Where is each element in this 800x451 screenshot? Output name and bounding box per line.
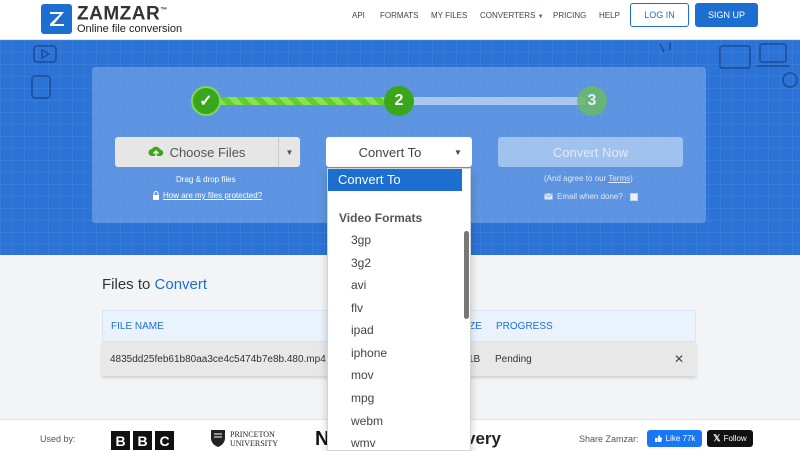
nav-formats[interactable]: FORMATS — [380, 11, 419, 20]
dropdown-option-flv[interactable]: flv — [351, 301, 363, 315]
logo-name: ZAMZAR — [77, 3, 161, 25]
zamzar-logo-icon — [41, 3, 72, 34]
princeton-line2: UNIVERSITY — [230, 438, 278, 448]
dropdown-option-3g2[interactable]: 3g2 — [351, 256, 371, 270]
facebook-like-label: Like 77k — [665, 434, 696, 443]
bbc-letter: B — [133, 431, 152, 450]
dropdown-option-3gp[interactable]: 3gp — [351, 233, 371, 247]
email-when-done-checkbox[interactable] — [629, 192, 638, 201]
email-when-done-label: Email when done? — [557, 192, 623, 201]
nav-converters-label: CONVERTERS — [480, 11, 536, 20]
step-2-circle: 2 — [384, 86, 414, 116]
nav-help[interactable]: HELP — [599, 11, 620, 20]
dropdown-group-video-formats: Video Formats — [339, 211, 423, 225]
bbc-logo: B B C — [111, 431, 174, 450]
doodle-icon — [782, 72, 798, 88]
logo-tagline: Online file conversion — [77, 23, 183, 36]
nav-my-files[interactable]: MY FILES — [431, 11, 467, 20]
files-title-accent: Convert — [154, 276, 208, 293]
convert-now-button[interactable]: Convert Now — [498, 137, 683, 167]
nav-api[interactable]: API — [352, 11, 365, 20]
dropdown-option-ipad[interactable]: ipad — [351, 323, 374, 337]
step-progress-done — [210, 97, 390, 105]
x-logo-icon: 𝕏 — [713, 433, 721, 443]
step-progress-pending — [400, 97, 585, 105]
princeton-logo: PRINCETON UNIVERSITY — [210, 429, 278, 448]
agree-terms-text: (And agree to our Terms) — [544, 174, 633, 183]
bbc-letter: B — [111, 431, 130, 450]
convert-to-dropdown-list[interactable]: Convert To Video Formats 3gp 3g2 avi flv… — [327, 168, 471, 451]
terms-link[interactable]: Terms — [608, 174, 630, 183]
logo-trademark: ™ — [160, 7, 168, 14]
agree-prefix: (And agree to our — [544, 174, 609, 183]
step-1-complete-icon: ✓ — [191, 86, 221, 116]
convert-to-label: Convert To — [358, 144, 422, 160]
cloud-upload-icon — [148, 146, 163, 158]
file-progress-cell: Pending — [495, 354, 532, 365]
dropdown-option-webm[interactable]: webm — [351, 414, 383, 428]
partial-logo-very: very — [466, 429, 501, 448]
chevron-down-icon: ▼ — [454, 147, 462, 157]
files-title-prefix: Files to — [102, 276, 155, 293]
princeton-line1: PRINCETON — [230, 429, 275, 439]
step-3-circle: 3 — [577, 86, 607, 116]
files-protected-link[interactable]: How are my files protected? — [152, 191, 262, 200]
dropdown-option-avi[interactable]: avi — [351, 278, 366, 292]
facebook-like-button[interactable]: Like 77k — [647, 430, 702, 447]
x-follow-button[interactable]: 𝕏 Follow — [707, 430, 753, 447]
col-file-name: FILE NAME — [111, 321, 164, 332]
x-follow-label: Follow — [723, 434, 747, 443]
thumbs-up-icon — [654, 435, 662, 442]
files-protected-text: How are my files protected? — [163, 191, 263, 200]
princeton-shield-icon — [211, 430, 225, 447]
zamzar-logo[interactable]: ZAMZAR™ Online file conversion — [41, 2, 182, 35]
dropdown-option-mov[interactable]: mov — [351, 368, 374, 382]
remove-file-close-icon[interactable]: ✕ — [674, 352, 684, 366]
drag-drop-text: Drag & drop files — [176, 175, 236, 184]
nav-pricing[interactable]: PRICING — [553, 11, 586, 20]
chevron-down-icon: ▼ — [537, 14, 544, 20]
video-doodle-icon — [31, 45, 57, 99]
signup-button[interactable]: SIGN UP — [695, 3, 758, 27]
choose-files-caret-icon[interactable]: ▼ — [278, 137, 300, 167]
email-when-done: Email when done? — [544, 192, 638, 201]
convert-to-select[interactable]: Convert To ▼ — [326, 137, 472, 167]
dropdown-option-wmv[interactable]: wmv — [351, 436, 376, 450]
dropdown-option-mpg[interactable]: mpg — [351, 391, 374, 405]
col-progress: PROGRESS — [496, 321, 553, 332]
share-zamzar-label: Share Zamzar: — [579, 434, 639, 444]
login-button[interactable]: LOG IN — [630, 3, 689, 27]
choose-files-label: Choose Files — [169, 144, 246, 160]
agree-suffix: ) — [630, 174, 633, 183]
file-name-cell: 4835dd25feb61b80aa3ce4c5474b7e8b.480.mp4 — [110, 354, 326, 365]
nav-converters[interactable]: CONVERTERS ▼ — [480, 11, 544, 20]
used-by-label: Used by: — [40, 434, 76, 444]
choose-files-button[interactable]: Choose Files ▼ — [115, 137, 300, 167]
lock-icon — [153, 191, 159, 200]
files-to-convert-title: Files to Convert — [102, 276, 207, 293]
dropdown-option-iphone[interactable]: iphone — [351, 346, 387, 360]
dropdown-scrollbar[interactable] — [464, 231, 469, 319]
bbc-letter: C — [155, 431, 174, 450]
envelope-icon — [544, 193, 553, 200]
choose-files-main[interactable]: Choose Files — [115, 137, 278, 167]
site-header: ZAMZAR™ Online file conversion API FORMA… — [0, 0, 800, 40]
dropdown-option-convert-to[interactable]: Convert To — [328, 169, 462, 191]
